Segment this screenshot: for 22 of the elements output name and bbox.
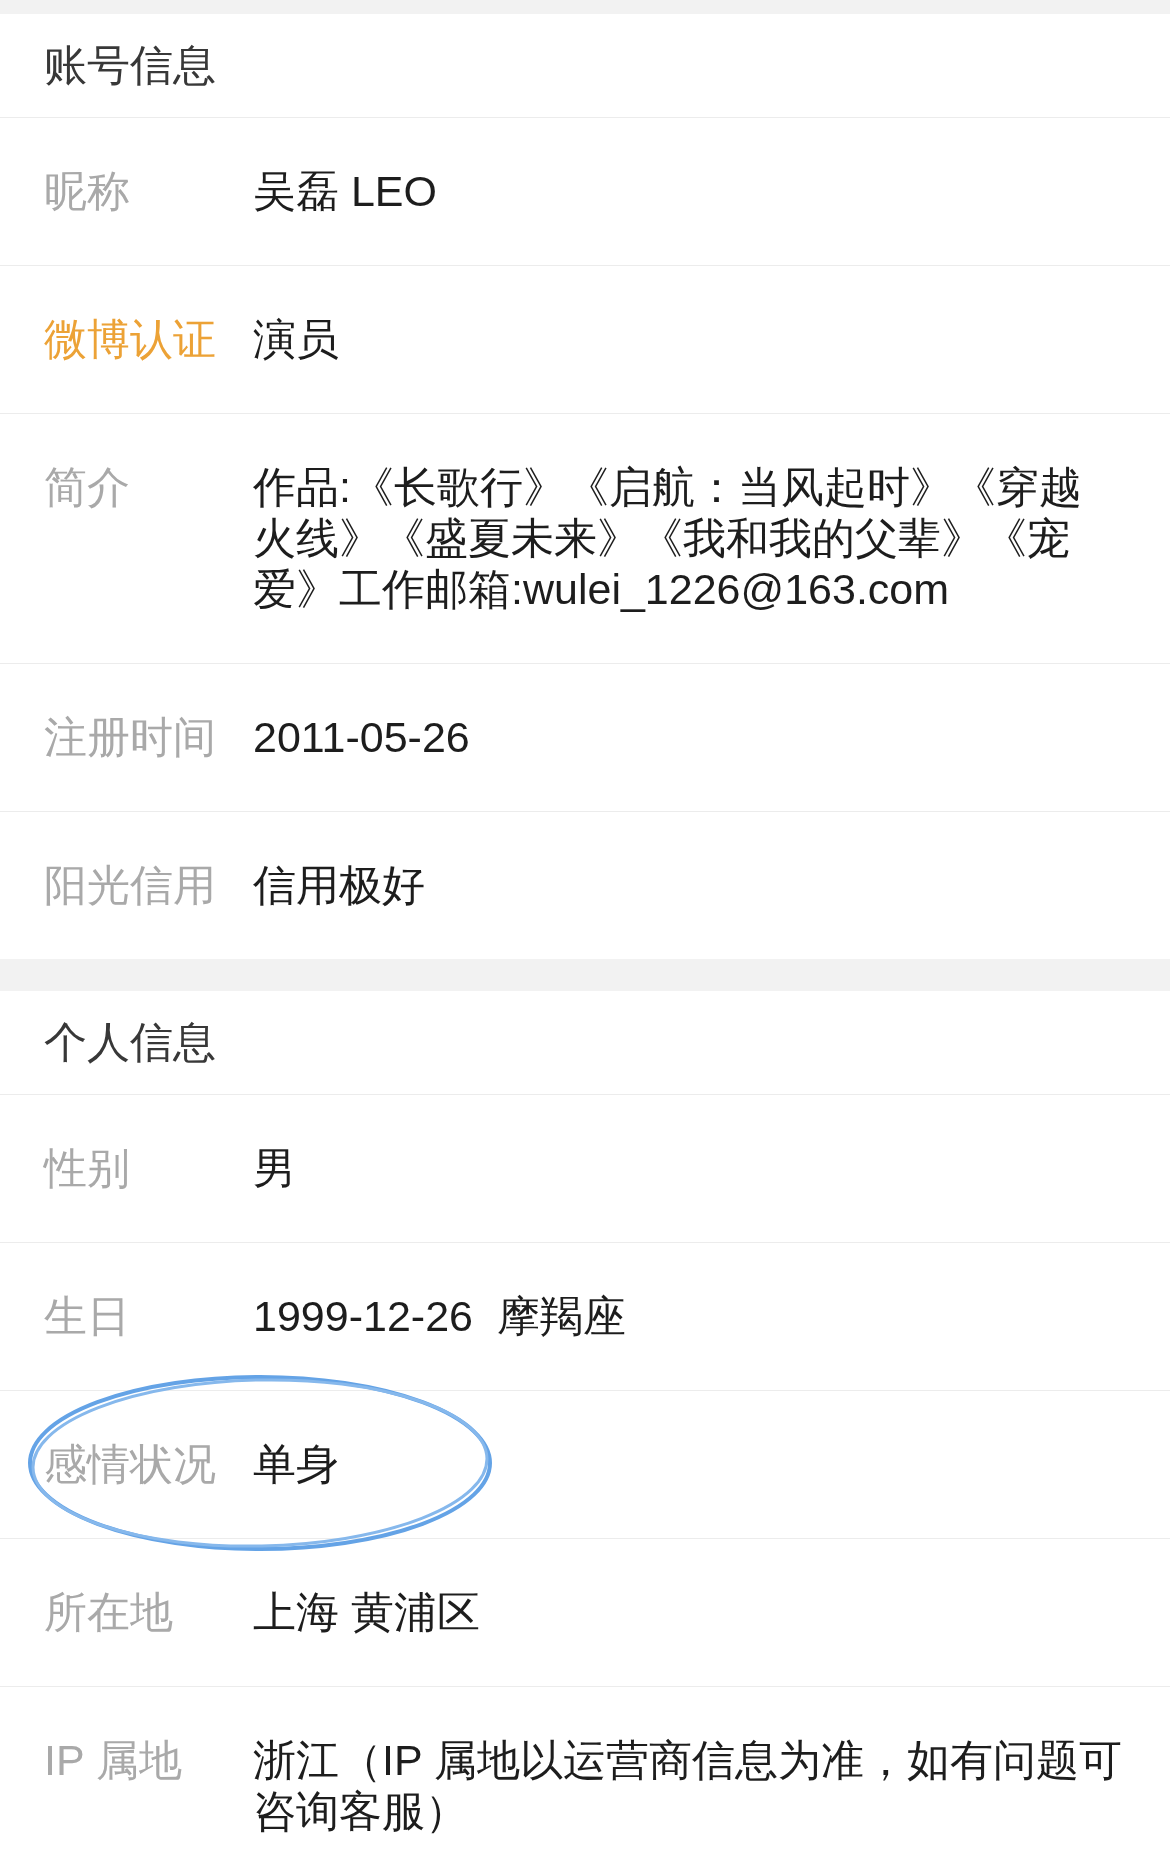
field-value: 2011-05-26 <box>253 712 470 763</box>
field-value: 1999-12-26 摩羯座 <box>253 1291 626 1342</box>
section-title: 个人信息 <box>44 1017 216 1068</box>
field-value: 演员 <box>253 314 339 365</box>
field-value: 信用极好 <box>253 860 425 911</box>
field-label: 生日 <box>44 1291 130 1342</box>
field-label: 昵称 <box>44 166 130 217</box>
field-label: 简介 <box>44 462 130 513</box>
field-value: 吴磊 LEO <box>253 166 437 217</box>
section-title: 账号信息 <box>44 40 216 91</box>
field-value: 单身 <box>253 1439 339 1490</box>
field-label: 感情状况 <box>44 1439 216 1490</box>
field-label: 注册时间 <box>44 712 216 763</box>
field-label: 微博认证 <box>44 314 216 365</box>
field-label: 性别 <box>44 1143 130 1194</box>
field-label: 阳光信用 <box>44 860 216 911</box>
field-value: 上海 黄浦区 <box>253 1587 480 1638</box>
field-label: IP 属地 <box>44 1735 182 1786</box>
field-label: 所在地 <box>44 1587 173 1638</box>
field-value: 男 <box>253 1143 296 1194</box>
field-value: 浙江（IP 属地以运营商信息为准，如有问题可咨询客服） <box>253 1735 1123 1837</box>
field-value: 作品:《长歌行》《启航：当风起时》《穿越火线》《盛夏未来》《我和我的父辈》《宠爱》工作邮箱:wulei_1226@163.com <box>253 462 1083 615</box>
